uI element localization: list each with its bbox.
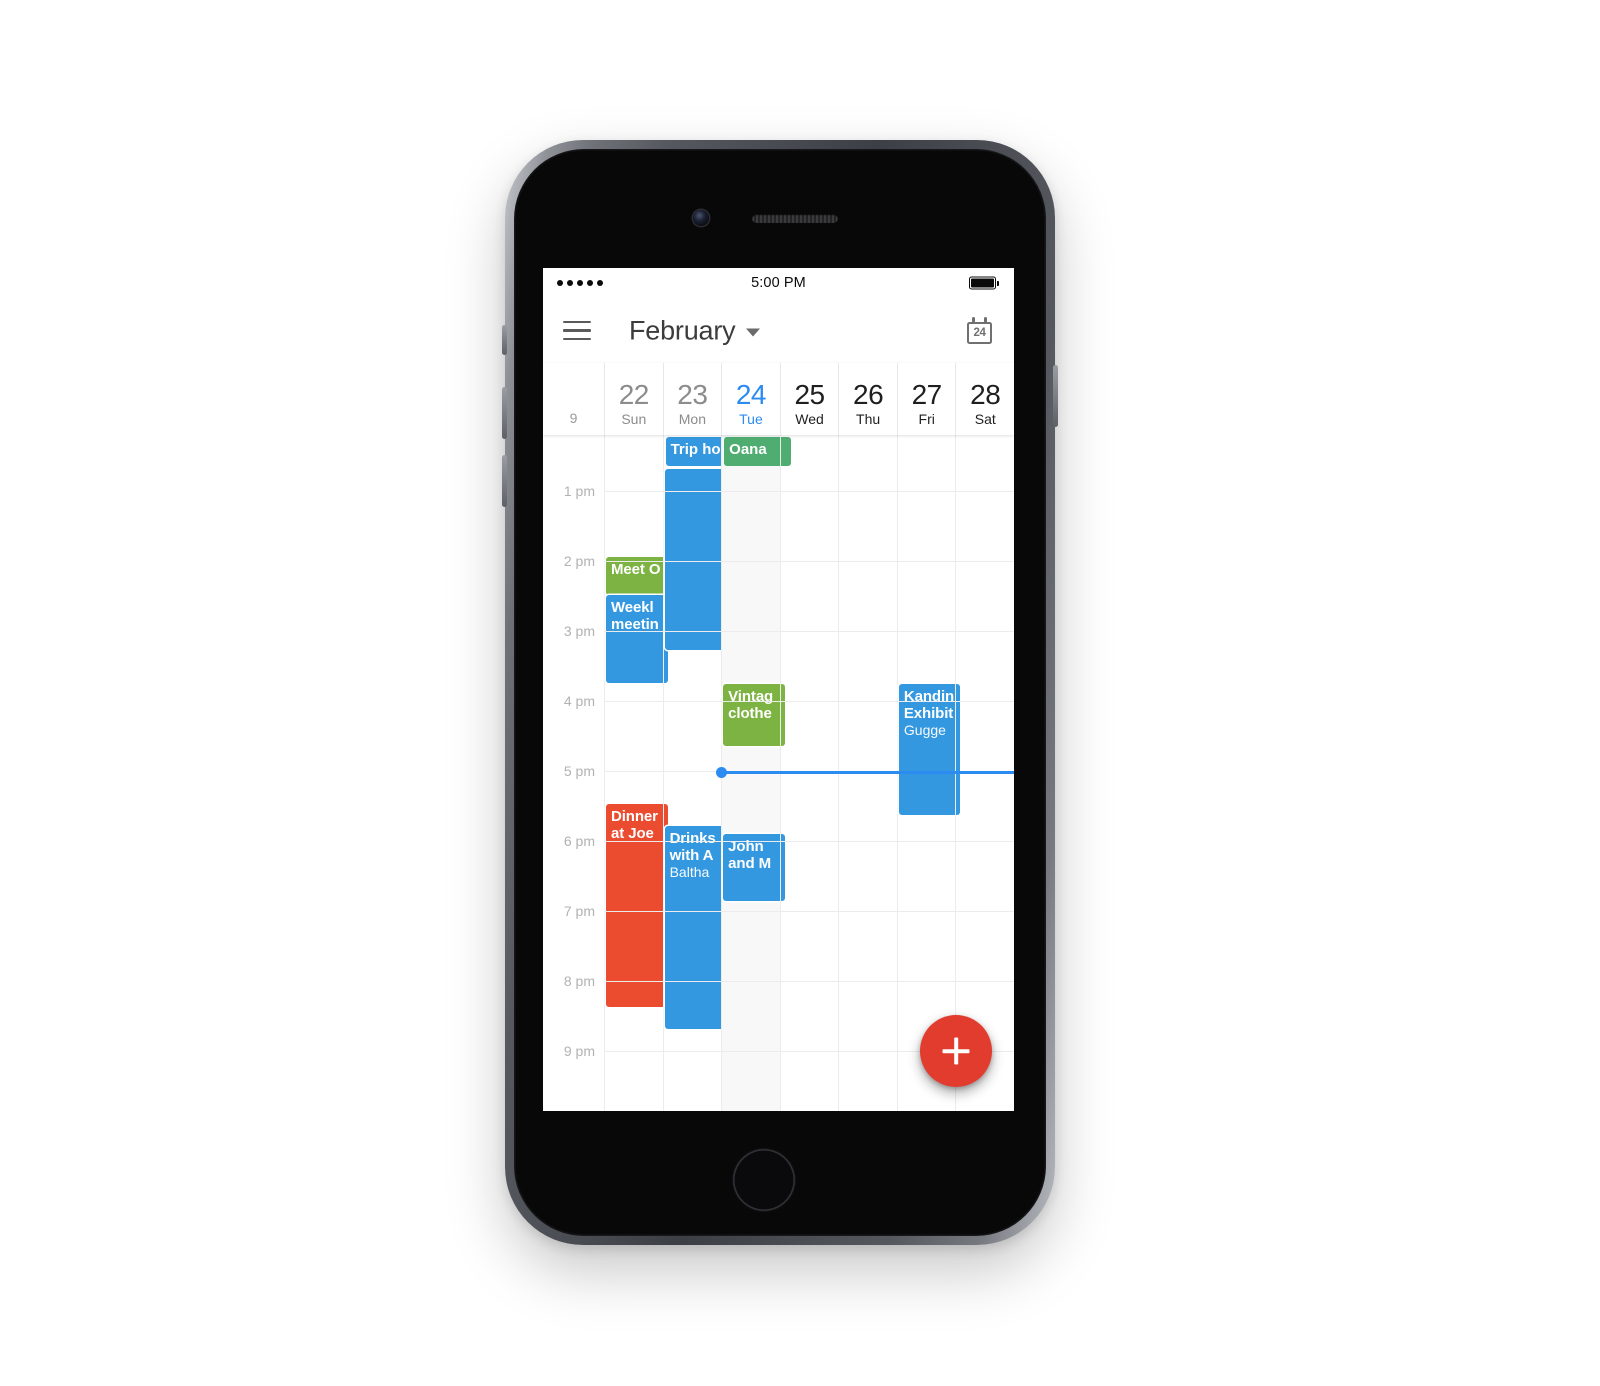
event-drinks-with-a[interactable]: Drinks with A Baltha (664, 826, 727, 1029)
hour-gridline (604, 561, 1014, 562)
status-bar-time: 5:00 PM (751, 275, 806, 291)
hour-gridline (604, 981, 1014, 982)
event-title: Drinks with A (669, 830, 716, 864)
chevron-down-icon (746, 328, 761, 337)
day-header-sun[interactable]: 22 Sun (604, 363, 663, 435)
day-weekday-label: Fri (918, 411, 935, 427)
time-gutter: 1 pm 2 pm 3 pm 4 pm 5 pm 6 pm 7 pm 8 pm 9 pm (543, 469, 604, 1111)
time-label-9-pm: 9 pm (563, 1043, 595, 1059)
all-day-cell-tue[interactable]: Oana (721, 435, 791, 469)
hamburger-menu-icon[interactable] (563, 320, 591, 341)
day-header-wed[interactable]: 25 Wed (779, 363, 839, 435)
calendar-icon-day-number: 24 (973, 326, 986, 339)
hour-gridline (604, 841, 1014, 842)
all-day-cell-sat[interactable] (955, 435, 1014, 469)
time-label-6-pm: 6 pm (563, 833, 595, 849)
all-day-gutter (543, 435, 604, 469)
all-day-cell-fri[interactable] (896, 435, 956, 469)
all-day-row: Trip ho Oana (543, 435, 1014, 469)
calendar-icon[interactable]: 24 (966, 316, 994, 345)
event-title: Meet O (611, 561, 661, 578)
event-vintage-clothes[interactable]: Vintag clothe (723, 684, 785, 746)
day-number: 27 (911, 379, 943, 410)
day-column-wed[interactable] (779, 469, 839, 1111)
phone-screen: 5:00 PM February 24 9 22 Sun 23 Mon 24 Tue 25 W… (543, 268, 1014, 1111)
month-selector[interactable]: February (629, 315, 761, 346)
day-header-sat[interactable]: 28 Sat (955, 363, 1014, 435)
day-header-thu[interactable]: 26 Thu (838, 363, 897, 435)
event-title: Vintag clothe (728, 688, 774, 722)
time-label-3-pm: 3 pm (563, 623, 595, 639)
day-column-tue[interactable]: Vintag clothe John and M (721, 469, 785, 1111)
event-title: Weekl meetin (611, 599, 659, 633)
event-title: John and M (728, 838, 771, 872)
event-weekly-meeting[interactable]: Weekl meetin (606, 595, 668, 683)
event-meet-o[interactable]: Meet O (606, 557, 668, 595)
month-label: February (629, 315, 736, 345)
home-button[interactable] (733, 1149, 795, 1211)
day-weekday-label: Tue (739, 411, 763, 427)
day-number: 23 (677, 379, 708, 410)
day-header-fri[interactable]: 27 Fri (896, 363, 956, 435)
event-kandinsky-exhibition[interactable]: Kandin Exhibit Gugge (898, 684, 961, 815)
time-label-2-pm: 2 pm (563, 553, 595, 569)
event-title: Dinner at Joe (611, 808, 658, 842)
event-title: Kandin Exhibit (903, 688, 955, 722)
current-time-line (721, 771, 1014, 774)
day-column-mon[interactable]: Drinks with A Baltha (662, 469, 727, 1111)
day-weekday-label: Sun (621, 411, 647, 427)
silent-switch[interactable] (502, 325, 507, 355)
hour-gridline (604, 491, 1014, 492)
day-column-sat[interactable] (955, 469, 1014, 1111)
all-day-cell-thu[interactable] (838, 435, 897, 469)
gutter-top-label: 9 (569, 410, 578, 426)
front-camera-icon (693, 210, 709, 226)
day-header-row: 9 22 Sun 23 Mon 24 Tue 25 Wed 26 Thu 27 Fri 28 Sat (543, 363, 1014, 435)
day-number: 28 (970, 379, 1001, 410)
status-bar: 5:00 PM (543, 268, 1014, 298)
event-monday-long-blue[interactable] (664, 469, 727, 650)
time-label-4-pm: 4 pm (563, 693, 595, 709)
current-time-indicator (716, 767, 1014, 778)
event-location: Gugge (903, 722, 946, 738)
app-bar: February 24 (543, 298, 1014, 363)
day-column-sun[interactable]: Meet O Weekl meetin Dinner at Joe (604, 469, 668, 1111)
all-day-cell-sun[interactable] (604, 435, 663, 469)
event-john-and-m[interactable]: John and M (723, 834, 785, 901)
time-label-7-pm: 7 pm (563, 903, 595, 919)
day-weekday-label: Mon (678, 411, 706, 427)
day-column-fri[interactable]: Kandin Exhibit Gugge (896, 469, 961, 1111)
day-number: 25 (794, 379, 825, 410)
all-day-cell-wed[interactable] (779, 435, 839, 469)
event-dinner-at-joes[interactable]: Dinner at Joe (606, 804, 668, 1007)
day-weekday-label: Wed (795, 411, 824, 427)
add-event-fab[interactable] (920, 1015, 992, 1087)
calendar-time-grid[interactable]: Meet O Weekl meetin Dinner at Joe Drinks wi… (543, 469, 1014, 1111)
earpiece-speaker (752, 214, 838, 223)
volume-up-button[interactable] (502, 387, 507, 439)
header-gutter: 9 (543, 363, 604, 435)
day-number: 22 (618, 379, 650, 410)
event-location: Baltha (669, 864, 710, 880)
all-day-cell-mon[interactable]: Trip ho (662, 435, 733, 469)
day-header-tue[interactable]: 24 Tue (721, 363, 780, 435)
time-label-8-pm: 8 pm (563, 973, 595, 989)
day-number: 24 (735, 379, 767, 410)
day-weekday-label: Thu (856, 411, 881, 427)
hour-gridline (604, 911, 1014, 912)
time-label-1-pm: 1 pm (563, 483, 595, 499)
day-number: 26 (853, 379, 884, 410)
power-button[interactable] (1053, 365, 1058, 427)
time-label-5-pm: 5 pm (563, 763, 595, 779)
volume-down-button[interactable] (502, 455, 507, 507)
day-header-mon[interactable]: 23 Mon (662, 363, 722, 435)
hour-gridline (604, 631, 1014, 632)
day-column-thu[interactable] (838, 469, 897, 1111)
day-weekday-label: Sat (974, 411, 996, 427)
grid-inner: Meet O Weekl meetin Dinner at Joe Drinks wi… (543, 469, 1014, 1111)
battery-icon (969, 276, 996, 290)
hour-gridline (604, 701, 1014, 702)
